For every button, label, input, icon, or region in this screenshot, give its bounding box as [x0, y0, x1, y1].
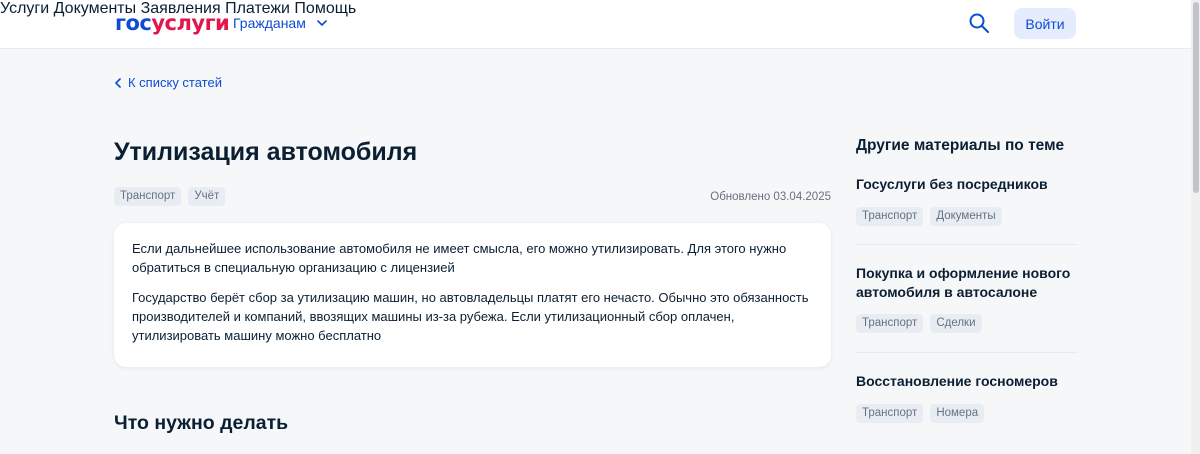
role-selector-label: Гражданам — [233, 15, 306, 31]
divider — [856, 352, 1078, 353]
tag-deals[interactable]: Сделки — [930, 314, 982, 333]
related-item-title[interactable]: Покупка и оформление нового автомобиля в… — [856, 264, 1078, 302]
chevron-down-icon — [317, 20, 327, 26]
section-title-what-to-do: Что нужно делать — [114, 412, 289, 434]
back-link-label: К списку статей — [128, 75, 222, 90]
updated-date: Обновлено 03.04.2025 — [710, 191, 831, 203]
related-item-tags: Транспорт Номера — [856, 404, 1078, 423]
gosuslugi-logo[interactable]: госуслуги — [115, 11, 230, 35]
article-tags: Транспорт Учёт — [114, 187, 226, 206]
related-item-tags: Транспорт Документы — [856, 207, 1078, 226]
related-item: Покупка и оформление нового автомобиля в… — [856, 264, 1078, 333]
related-item-title[interactable]: Госуслуги без посредников — [856, 175, 1078, 194]
tag-documents[interactable]: Документы — [930, 207, 1002, 226]
tag-plates[interactable]: Номера — [930, 404, 985, 423]
tag-transport[interactable]: Транспорт — [856, 404, 924, 423]
tag-transport[interactable]: Транспорт — [856, 207, 924, 226]
scrollbar-thumb[interactable] — [1193, 2, 1199, 193]
back-to-articles-link[interactable]: К списку статей — [114, 75, 222, 91]
related-item: Восстановление госномеров Транспорт Номе… — [856, 372, 1078, 423]
logo-part-uslugi: услуги — [151, 11, 230, 35]
tag-registration[interactable]: Учёт — [188, 187, 226, 206]
site-header: госуслуги Гражданам Услуги Документы Зая… — [0, 0, 1200, 49]
tag-transport[interactable]: Транспорт — [856, 314, 924, 333]
page-scrollbar[interactable] — [1191, 0, 1200, 454]
summary-paragraph: Если дальнейшее использование автомобиля… — [132, 241, 787, 275]
logo-part-gos: гос — [115, 11, 152, 35]
login-button[interactable]: Войти — [1014, 8, 1076, 39]
divider — [856, 244, 1078, 245]
chevron-left-icon — [115, 78, 121, 88]
related-item-title[interactable]: Восстановление госномеров — [856, 372, 1078, 391]
article-summary-card: Если дальнейшее использование автомобиля… — [114, 223, 831, 367]
tag-transport[interactable]: Транспорт — [114, 187, 182, 206]
summary-paragraph: Государство берёт сбор за утилизацию маш… — [132, 290, 809, 343]
related-materials-title: Другие материалы по теме — [856, 137, 1065, 154]
related-item-tags: Транспорт Сделки — [856, 314, 1078, 333]
role-selector[interactable]: Гражданам — [233, 14, 328, 32]
nav-link-services[interactable]: Услуги — [0, 0, 49, 17]
page-title: Утилизация автомобиля — [114, 138, 418, 166]
search-icon[interactable] — [968, 12, 990, 34]
related-item: Госуслуги без посредников Транспорт Доку… — [856, 175, 1078, 226]
